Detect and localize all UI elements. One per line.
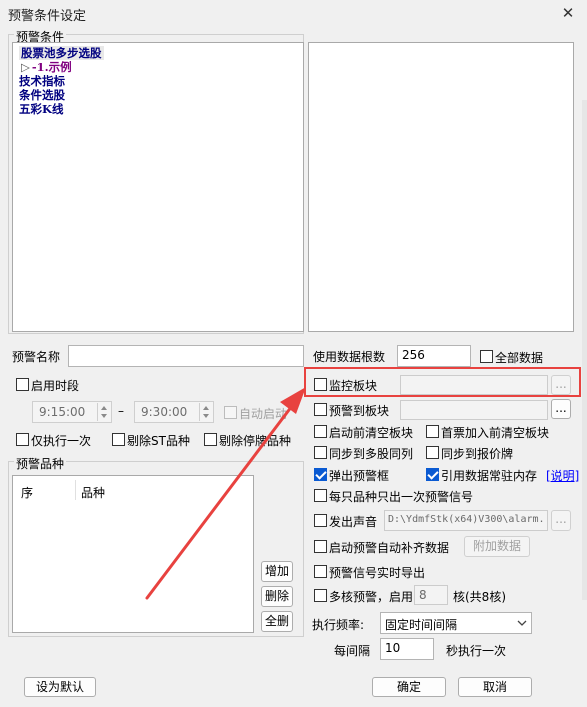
ok-button[interactable]: 确定 bbox=[372, 677, 446, 697]
enable-time-label: 启用时段 bbox=[31, 379, 80, 393]
all-data-label: 全部数据 bbox=[495, 351, 544, 365]
ref-memory-label: 引用数据常驻内存 bbox=[441, 469, 538, 483]
column-header-name[interactable]: 品种 bbox=[81, 484, 105, 501]
time-separator: – bbox=[118, 404, 124, 418]
auto-start-checkbox[interactable] bbox=[224, 406, 237, 419]
once-per-stock-label: 每只品种只出一次预警信号 bbox=[329, 490, 474, 504]
highlight-box bbox=[304, 367, 581, 397]
varieties-group-label: 预警品种 bbox=[14, 455, 67, 472]
frequency-select-value: 固定时间间隔 bbox=[385, 618, 458, 632]
delete-variety-button[interactable]: 删除 bbox=[261, 586, 293, 607]
spinner-arrows[interactable] bbox=[199, 403, 212, 421]
tree-item-label: 股票池多步选股 bbox=[19, 46, 104, 60]
arrow-up-icon bbox=[101, 406, 107, 410]
multicore-checkbox[interactable] bbox=[314, 589, 327, 602]
end-time-spinner[interactable]: 9:30:00 bbox=[134, 401, 214, 423]
core-suffix-label: 核(共8核) bbox=[453, 590, 506, 604]
data-count-input[interactable]: 256 bbox=[397, 345, 471, 367]
run-once-checkbox[interactable] bbox=[16, 433, 29, 446]
alert-name-label: 预警名称 bbox=[12, 350, 61, 364]
alert-name-input[interactable] bbox=[68, 345, 304, 367]
enable-time-checkbox[interactable] bbox=[16, 378, 29, 391]
tree-item-label: -1.示例 bbox=[31, 60, 72, 74]
frequency-select[interactable]: 固定时间间隔 bbox=[380, 612, 532, 634]
realtime-export-checkbox[interactable] bbox=[314, 565, 327, 578]
realtime-export-label: 预警信号实时导出 bbox=[329, 566, 426, 580]
multicore-label: 多核预警，启用 bbox=[329, 590, 414, 604]
start-time-value: 9:15:00 bbox=[39, 405, 86, 419]
tree-item-color-kline[interactable]: 五彩K线 bbox=[19, 101, 64, 117]
first-join-clear-checkbox[interactable] bbox=[426, 425, 439, 438]
exclude-suspended-label: 剔除停牌品种 bbox=[219, 434, 292, 448]
arrow-up-icon bbox=[203, 406, 209, 410]
interval-input[interactable]: 10 bbox=[380, 638, 434, 660]
alert-to-block-checkbox[interactable] bbox=[314, 403, 327, 416]
end-time-value: 9:30:00 bbox=[141, 405, 188, 419]
auto-fill-label: 启动预警自动补齐数据 bbox=[329, 541, 450, 555]
help-link[interactable]: [说明] bbox=[546, 467, 579, 484]
sync-multi-label: 同步到多股同列 bbox=[329, 447, 414, 461]
sync-multi-checkbox[interactable] bbox=[314, 446, 327, 459]
sound-browse-button[interactable]: ... bbox=[551, 510, 571, 531]
conditions-tree[interactable]: 股票池多步选股 ▷ -1.示例 技术指标 条件选股 五彩K线 bbox=[12, 42, 304, 332]
popup-checkbox[interactable] bbox=[314, 468, 327, 481]
clear-block-on-start-checkbox[interactable] bbox=[314, 425, 327, 438]
arrow-down-icon bbox=[101, 414, 107, 418]
cancel-button[interactable]: 取消 bbox=[458, 677, 532, 697]
auto-start-label: 自动启动 bbox=[239, 407, 288, 421]
sound-path-input[interactable]: D:\YdmfStk(x64)V300\alarm. bbox=[384, 510, 548, 531]
first-join-clear-label: 首票加入前清空板块 bbox=[441, 426, 550, 440]
column-header-index[interactable]: 序 bbox=[21, 484, 33, 501]
clear-block-on-start-label: 启动前清空板块 bbox=[329, 426, 414, 440]
add-variety-button[interactable]: 增加 bbox=[261, 561, 293, 582]
all-data-checkbox[interactable] bbox=[480, 350, 493, 363]
sync-quote-checkbox[interactable] bbox=[426, 446, 439, 459]
interval-label: 每间隔 bbox=[334, 644, 371, 658]
exclude-st-label: 剔除ST品种 bbox=[127, 434, 190, 448]
exclude-st-checkbox[interactable] bbox=[112, 433, 125, 446]
sound-label: 发出声音 bbox=[329, 515, 378, 529]
tree-expand-icon[interactable]: ▷ bbox=[21, 60, 30, 74]
ref-memory-checkbox[interactable] bbox=[426, 468, 439, 481]
popup-label: 弹出预警框 bbox=[329, 469, 390, 483]
set-default-button[interactable]: 设为默认 bbox=[24, 677, 96, 697]
alert-to-block-label: 预警到板块 bbox=[329, 404, 390, 418]
auto-fill-checkbox[interactable] bbox=[314, 540, 327, 553]
title-bar: 预警条件设定 ✕ bbox=[0, 0, 587, 26]
sync-quote-label: 同步到报价牌 bbox=[441, 447, 514, 461]
alert-to-block-input[interactable] bbox=[400, 400, 548, 420]
close-icon[interactable]: ✕ bbox=[556, 2, 580, 24]
delete-all-varieties-button[interactable]: 全删 bbox=[261, 611, 293, 632]
varieties-list[interactable]: 序 品种 bbox=[12, 475, 254, 633]
condition-description-box bbox=[308, 42, 574, 332]
window-title: 预警条件设定 bbox=[8, 9, 87, 24]
start-time-spinner[interactable]: 9:15:00 bbox=[32, 401, 112, 423]
run-once-label: 仅执行一次 bbox=[31, 434, 92, 448]
column-divider bbox=[75, 480, 76, 500]
spinner-arrows[interactable] bbox=[97, 403, 110, 421]
frequency-label: 执行频率: bbox=[312, 618, 365, 632]
arrow-down-icon bbox=[203, 414, 209, 418]
core-count-input[interactable]: 8 bbox=[414, 585, 448, 605]
sound-checkbox[interactable] bbox=[314, 514, 327, 527]
alert-to-block-browse-button[interactable]: ... bbox=[551, 399, 571, 419]
data-count-label: 使用数据根数 bbox=[313, 350, 386, 364]
add-data-button[interactable]: 附加数据 bbox=[464, 536, 530, 557]
background-window-edge bbox=[582, 100, 587, 600]
chevron-down-icon bbox=[517, 620, 527, 626]
once-per-stock-checkbox[interactable] bbox=[314, 489, 327, 502]
exclude-suspended-checkbox[interactable] bbox=[204, 433, 217, 446]
interval-suffix-label: 秒执行一次 bbox=[446, 644, 507, 658]
